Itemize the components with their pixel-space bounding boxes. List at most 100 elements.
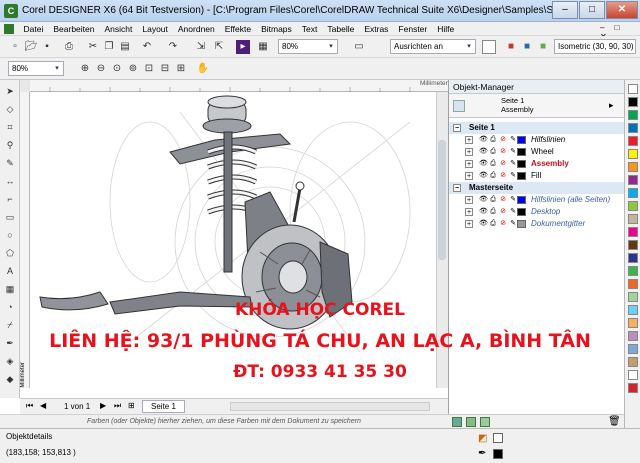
layer-color-swatch[interactable] <box>517 148 526 156</box>
edit-icon[interactable]: ✎ <box>509 196 517 204</box>
palette-color-swatch[interactable] <box>628 97 638 107</box>
layer-color-swatch[interactable] <box>517 196 526 204</box>
new-master-all-icon[interactable] <box>480 417 490 427</box>
outline-color-swatch[interactable] <box>493 449 503 459</box>
redo-icon[interactable]: ↷ <box>166 40 180 54</box>
menu-datei[interactable]: Datei <box>19 22 49 36</box>
eye-icon[interactable]: 👁︎ <box>479 208 488 216</box>
snap-to-dropdown[interactable]: Ausrichten an ▾ <box>390 39 476 54</box>
new-master-layer-icon[interactable] <box>466 417 476 427</box>
zoom-all-icon[interactable]: ⊚ <box>126 62 140 76</box>
projection-top-icon[interactable]: ■ <box>504 40 518 54</box>
polygon-tool-icon[interactable]: ⬠ <box>3 246 17 260</box>
page-group-row[interactable]: − Masterseite <box>449 182 625 194</box>
print-icon[interactable]: ⎙ <box>489 172 497 180</box>
menu-text[interactable]: Text <box>297 22 323 36</box>
freehand-tool-icon[interactable]: ✎ <box>3 156 17 170</box>
last-page-button[interactable]: ⏭ <box>114 401 121 411</box>
lock-icon[interactable]: ⊘ <box>499 172 507 180</box>
pan-tool-icon[interactable]: ✋ <box>196 62 210 76</box>
expand-toggle-icon[interactable]: + <box>465 196 473 204</box>
first-page-button[interactable]: ⏮ <box>26 401 33 411</box>
lock-icon[interactable]: ⊘ <box>499 220 507 228</box>
zoom-in-icon[interactable]: ⊕ <box>78 62 92 76</box>
maximize-button[interactable]: □ <box>579 1 605 19</box>
print-icon[interactable]: ⎙ <box>489 220 497 228</box>
new-layer-icon[interactable] <box>452 417 462 427</box>
import-icon[interactable]: ⇲ <box>194 40 208 54</box>
palette-color-swatch[interactable] <box>628 110 638 120</box>
scroll-thumb[interactable] <box>438 140 446 260</box>
ruler-origin[interactable] <box>20 80 30 92</box>
show-grid-icon[interactable] <box>482 40 496 54</box>
layer-color-swatch[interactable] <box>517 172 526 180</box>
edit-icon[interactable]: ✎ <box>509 208 517 216</box>
copy-icon[interactable]: ❐ <box>102 40 116 54</box>
parallel-dimension-icon[interactable]: ↔ <box>3 174 17 188</box>
expand-toggle-icon[interactable]: − <box>453 184 461 192</box>
zoom-level-select-top[interactable]: 80% ▾ <box>278 39 338 54</box>
print-icon[interactable]: ⎙ <box>489 148 497 156</box>
pick-tool-icon[interactable]: ➤ <box>3 84 17 98</box>
next-page-button[interactable]: ▶ <box>100 401 106 410</box>
print-icon[interactable]: ⎙ <box>489 196 497 204</box>
welcome-screen-icon[interactable]: ▦ <box>256 40 270 54</box>
layer-row[interactable]: + 👁︎ ⎙ ⊘ ✎ Wheel <box>449 146 625 158</box>
fill-indicator-icon[interactable]: ◩ <box>478 433 487 444</box>
eye-icon[interactable]: 👁︎ <box>479 196 488 204</box>
fill-color-swatch[interactable] <box>493 433 503 443</box>
edit-icon[interactable]: ✎ <box>509 160 517 168</box>
new-document-icon[interactable]: ▫ <box>8 40 22 54</box>
horizontal-ruler[interactable]: Millimeter <box>20 80 448 92</box>
eye-icon[interactable]: 👁︎ <box>479 136 488 144</box>
palette-color-swatch[interactable] <box>628 253 638 263</box>
zoom-level-select[interactable]: 80% ▾ <box>8 61 64 76</box>
palette-color-swatch[interactable] <box>628 201 638 211</box>
layer-row[interactable]: + 👁︎ ⎙ ⊘ ✎ Fill <box>449 170 625 182</box>
tab-seite-1[interactable]: Seite 1 <box>142 400 185 413</box>
lock-icon[interactable]: ⊘ <box>499 148 507 156</box>
expand-toggle-icon[interactable]: + <box>465 172 473 180</box>
document-palette-hint[interactable]: Farben (oder Objekte) hierher ziehen, um… <box>0 414 448 428</box>
palette-color-swatch[interactable] <box>628 123 638 133</box>
layer-color-swatch[interactable] <box>517 160 526 168</box>
menu-bearbeiten[interactable]: Bearbeiten <box>48 22 99 36</box>
zoom-out-icon[interactable]: ⊖ <box>94 62 108 76</box>
menu-bitmaps[interactable]: Bitmaps <box>256 22 297 36</box>
object-manager-options-icon[interactable]: ▸ <box>609 100 614 111</box>
export-icon[interactable]: ⇱ <box>212 40 226 54</box>
zoom-page-icon[interactable]: ⊡ <box>142 62 156 76</box>
edit-icon[interactable]: ✎ <box>509 148 517 156</box>
layer-color-swatch[interactable] <box>517 136 526 144</box>
palette-color-swatch[interactable] <box>628 188 638 198</box>
print-icon[interactable]: ⎙ <box>489 160 497 168</box>
menu-layout[interactable]: Layout <box>137 22 173 36</box>
full-screen-preview-icon[interactable]: ▭ <box>352 40 366 54</box>
expand-toggle-icon[interactable]: + <box>465 148 473 156</box>
palette-color-swatch[interactable] <box>628 227 638 237</box>
menu-anordnen[interactable]: Anordnen <box>173 22 220 36</box>
palette-color-swatch[interactable] <box>628 266 638 276</box>
open-icon[interactable]: 📂︎ <box>24 40 38 54</box>
palette-color-swatch[interactable] <box>628 136 638 146</box>
palette-color-swatch[interactable] <box>628 162 638 172</box>
table-tool-icon[interactable]: ▦ <box>3 282 17 296</box>
print-icon[interactable]: ⎙ <box>62 40 76 54</box>
text-tool-icon[interactable]: A <box>3 264 17 278</box>
layer-row[interactable]: + 👁︎ ⎙ ⊘ ✎ Hilfslinien (alle Seiten) <box>449 194 625 206</box>
projection-select[interactable]: Isometric (30, 90, 30) <box>554 39 636 54</box>
print-icon[interactable]: ⎙ <box>489 208 497 216</box>
save-icon[interactable]: ▪ <box>40 40 54 54</box>
layer-row[interactable]: + 👁︎ ⎙ ⊘ ✎ Assembly <box>449 158 625 170</box>
palette-color-swatch[interactable] <box>628 214 638 224</box>
prev-page-button[interactable]: ◀ <box>40 401 46 410</box>
eye-icon[interactable]: 👁︎ <box>479 160 488 168</box>
expand-toggle-icon[interactable]: + <box>465 160 473 168</box>
palette-color-swatch[interactable] <box>628 149 638 159</box>
lock-icon[interactable]: ⊘ <box>499 160 507 168</box>
menu-tabelle[interactable]: Tabelle <box>322 22 359 36</box>
palette-color-swatch[interactable] <box>628 279 638 289</box>
shape-tool-icon[interactable]: ◇ <box>3 102 17 116</box>
rectangle-tool-icon[interactable]: ▭ <box>3 210 17 224</box>
edit-icon[interactable]: ✎ <box>509 136 517 144</box>
